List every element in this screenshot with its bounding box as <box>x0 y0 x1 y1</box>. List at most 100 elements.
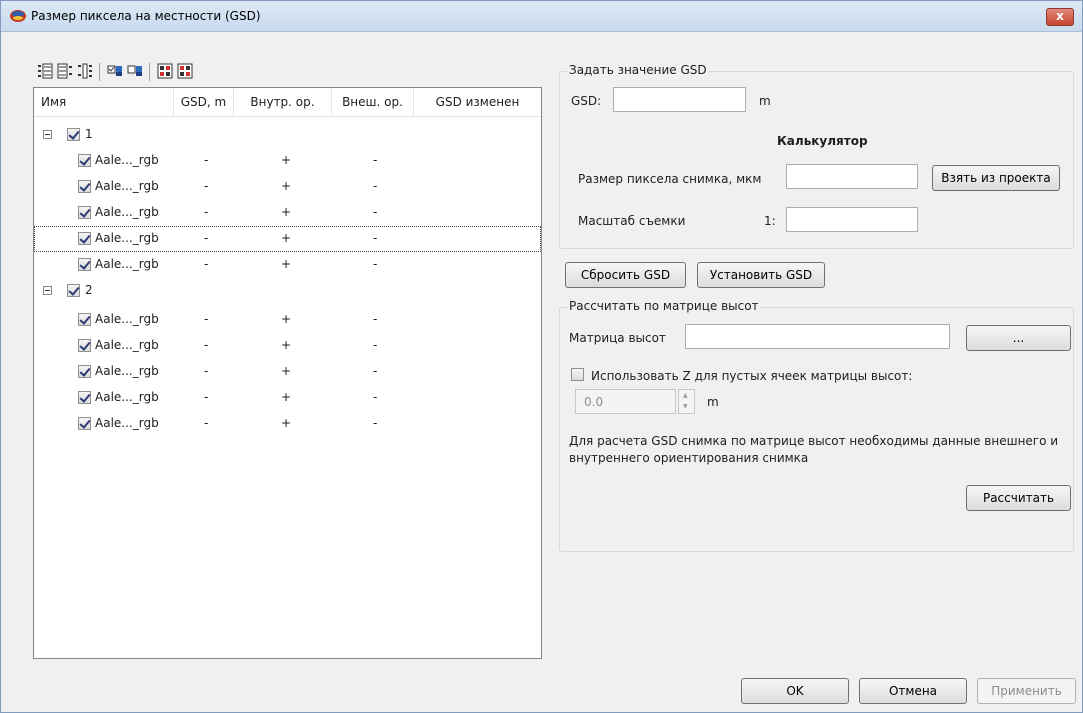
table-row[interactable]: Aale..._rgb - + - <box>34 148 541 174</box>
check-all-icon[interactable] <box>107 63 123 79</box>
gsd-value: - <box>204 257 209 271</box>
uncheck-all-icon[interactable] <box>127 63 143 79</box>
row-checkbox[interactable] <box>78 232 91 245</box>
title-bar[interactable]: Размер пиксела на местности (GSD) x <box>1 1 1082 32</box>
group-label: 2 <box>85 283 93 297</box>
table-row[interactable]: Aale..._rgb - + - <box>34 333 541 359</box>
gsd-dialog: Размер пиксела на местности (GSD) x Имя … <box>0 0 1083 713</box>
outer-orientation-value: - <box>373 364 378 378</box>
table-row[interactable]: Aale..._rgb - + - <box>34 359 541 385</box>
scale-prefix: 1: <box>764 214 776 228</box>
matrix-input[interactable] <box>685 324 950 349</box>
collapse-all-icon[interactable] <box>57 63 73 79</box>
gsd-label: GSD: <box>571 94 602 108</box>
outer-orientation-value: - <box>373 205 378 219</box>
toolbar-separator <box>149 63 150 81</box>
column-header-inner-orientation[interactable]: Внутр. ор. <box>234 88 332 116</box>
use-z-checkbox[interactable] <box>571 368 584 381</box>
image-name: Aale..._rgb <box>95 231 159 245</box>
image-name: Aale..._rgb <box>95 153 159 167</box>
tree-header: Имя GSD, m Внутр. ор. Внеш. ор. GSD изме… <box>34 88 541 117</box>
ok-button[interactable]: OK <box>741 678 849 704</box>
row-checkbox[interactable] <box>78 206 91 219</box>
gsd-input[interactable] <box>613 87 746 112</box>
gsd-value: - <box>204 153 209 167</box>
row-checkbox[interactable] <box>78 391 91 404</box>
inner-orientation-value: + <box>281 338 292 352</box>
gsd-value: - <box>204 231 209 245</box>
deselect-marked-icon[interactable] <box>177 63 193 79</box>
apply-button[interactable]: Применить <box>977 678 1076 704</box>
row-checkbox[interactable] <box>78 180 91 193</box>
table-row[interactable]: Aale..._rgb - + - <box>34 252 541 278</box>
spin-up-icon[interactable]: ▲ <box>683 392 688 399</box>
reset-gsd-button[interactable]: Сбросить GSD <box>565 262 686 288</box>
pixel-size-label: Размер пиксела снимка, мкм <box>578 172 762 186</box>
scale-input[interactable] <box>786 207 918 232</box>
gsd-value: - <box>204 312 209 326</box>
gsd-value: - <box>204 364 209 378</box>
row-checkbox[interactable] <box>78 339 91 352</box>
collapse-icon[interactable] <box>43 130 52 139</box>
outer-orientation-value: - <box>373 257 378 271</box>
gsd-value: - <box>204 390 209 404</box>
toolbar-separator <box>99 63 100 81</box>
close-button[interactable]: x <box>1046 8 1074 26</box>
image-name: Aale..._rgb <box>95 364 159 378</box>
inner-orientation-value: + <box>281 364 292 378</box>
collapse-icon[interactable] <box>43 286 52 295</box>
image-name: Aale..._rgb <box>95 179 159 193</box>
gsd-value: - <box>204 338 209 352</box>
z-unit: m <box>707 395 719 409</box>
tree-group-row[interactable]: 2 <box>34 278 541 304</box>
set-gsd-button[interactable]: Установить GSD <box>697 262 825 288</box>
table-row[interactable]: Aale..._rgb - + - <box>34 307 541 333</box>
table-row-focused[interactable]: Aale..._rgb - + - <box>34 226 541 252</box>
take-from-project-button[interactable]: Взять из проекта <box>932 165 1060 191</box>
tree-view-icon[interactable] <box>77 63 93 79</box>
outer-orientation-value: - <box>373 338 378 352</box>
dem-note: Для расчета GSD снимка по матрице высот … <box>569 434 1059 465</box>
close-icon: x <box>1056 9 1064 23</box>
gsd-value: - <box>204 179 209 193</box>
z-value-spinner[interactable]: ▲ ▼ <box>678 389 695 414</box>
column-header-outer-orientation[interactable]: Внеш. ор. <box>332 88 414 116</box>
expand-all-icon[interactable] <box>37 63 53 79</box>
column-header-name[interactable]: Имя <box>34 88 174 116</box>
select-marked-icon[interactable] <box>157 63 173 79</box>
row-checkbox[interactable] <box>78 365 91 378</box>
group-checkbox[interactable] <box>67 284 80 297</box>
cancel-button[interactable]: Отмена <box>859 678 967 704</box>
inner-orientation-value: + <box>281 153 292 167</box>
row-checkbox[interactable] <box>78 313 91 326</box>
row-checkbox[interactable] <box>78 417 91 430</box>
table-row[interactable]: Aale..._rgb - + - <box>34 174 541 200</box>
outer-orientation-value: - <box>373 231 378 245</box>
gsd-value: - <box>204 416 209 430</box>
outer-orientation-value: - <box>373 416 378 430</box>
image-name: Aale..._rgb <box>95 338 159 352</box>
calculate-button[interactable]: Рассчитать <box>966 485 1071 511</box>
table-row[interactable]: Aale..._rgb - + - <box>34 200 541 226</box>
dem-group: Рассчитать по матрице высот Матрица высо… <box>559 299 1074 552</box>
gsd-value: - <box>204 205 209 219</box>
use-z-label[interactable]: Использовать Z для пустых ячеек матрицы … <box>591 369 912 383</box>
table-row[interactable]: Aale..._rgb - + - <box>34 411 541 437</box>
browse-matrix-button[interactable]: ... <box>966 325 1071 351</box>
table-row[interactable]: Aale..._rgb - + - <box>34 385 541 411</box>
z-value-input[interactable] <box>575 389 676 414</box>
column-header-gsd[interactable]: GSD, m <box>174 88 234 116</box>
window-title: Размер пиксела на местности (GSD) <box>31 9 261 23</box>
outer-orientation-value: - <box>373 312 378 326</box>
group-checkbox[interactable] <box>67 128 80 141</box>
image-name: Aale..._rgb <box>95 257 159 271</box>
images-tree[interactable]: Имя GSD, m Внутр. ор. Внеш. ор. GSD изме… <box>33 87 542 659</box>
outer-orientation-value: - <box>373 179 378 193</box>
tree-group-row[interactable]: 1 <box>34 122 541 148</box>
row-checkbox[interactable] <box>78 154 91 167</box>
dem-group-title: Рассчитать по матрице высот <box>567 299 761 313</box>
row-checkbox[interactable] <box>78 258 91 271</box>
column-header-gsd-changed[interactable]: GSD изменен <box>414 88 541 116</box>
spin-down-icon[interactable]: ▼ <box>683 403 688 410</box>
pixel-size-input[interactable] <box>786 164 918 189</box>
